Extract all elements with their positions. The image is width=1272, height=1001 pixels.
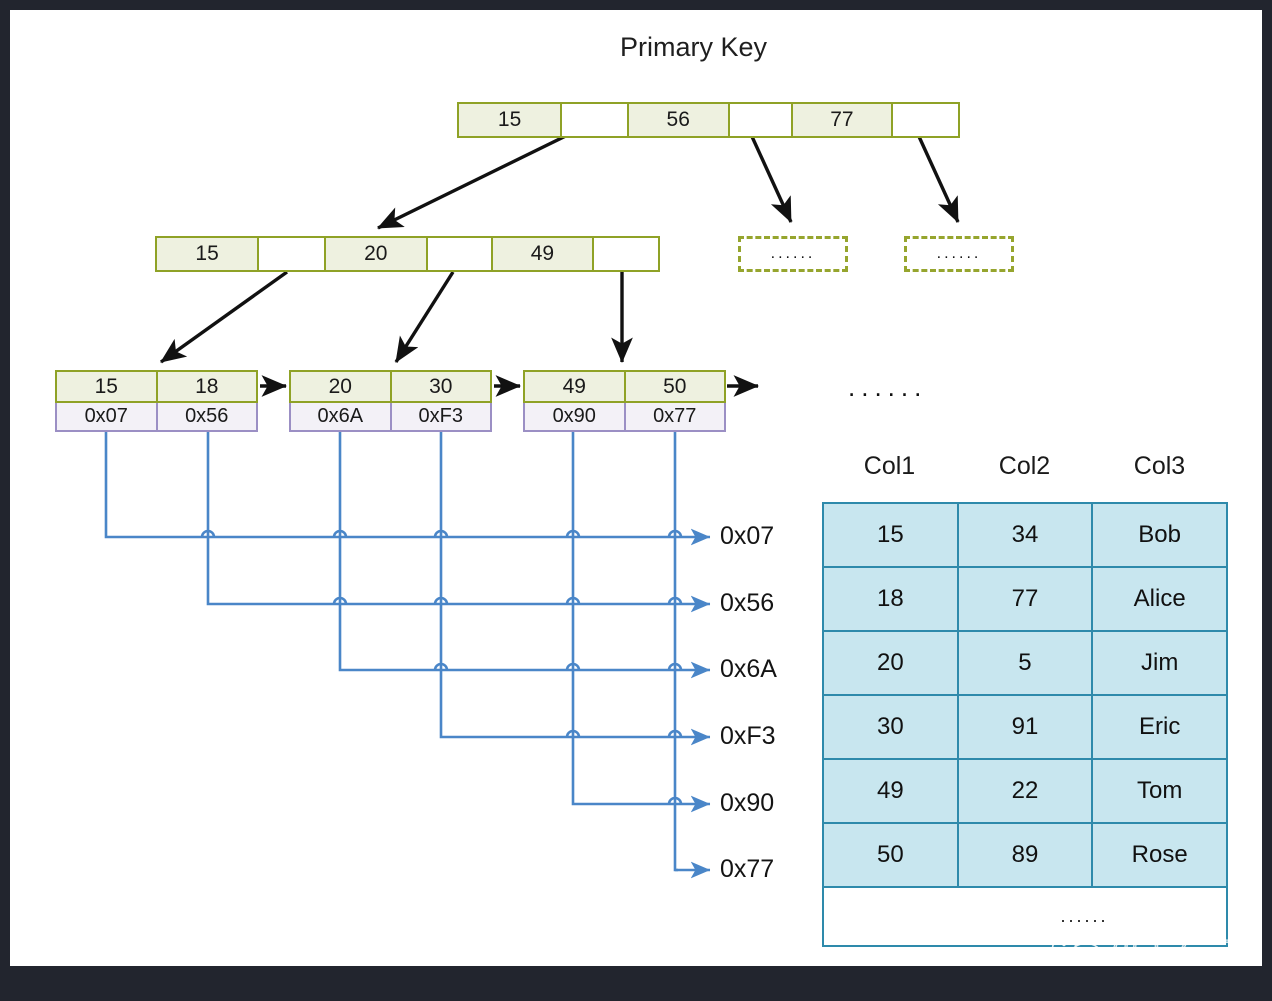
cell-r4-c3: Eric bbox=[1091, 694, 1228, 760]
cell-r6-c2: 89 bbox=[956, 822, 1094, 888]
address-label-0xF3: 0xF3 bbox=[720, 722, 776, 750]
cell-r5-c3: Tom bbox=[1091, 758, 1228, 824]
table-header-col2: Col2 bbox=[998, 452, 1051, 480]
diagram-canvas: Primary Key 15 56 77 15 20 49 ...... ...… bbox=[10, 10, 1262, 966]
pointer-line-0x56 bbox=[206, 432, 671, 606]
address-label-0x6A: 0x6A bbox=[720, 655, 777, 683]
cell-r2-c1: 18 bbox=[822, 566, 959, 632]
cell-r6-c3: Rose bbox=[1091, 822, 1228, 888]
cell-r3-c3: Jim bbox=[1091, 630, 1228, 696]
table-row[interactable]: 20 5 Jim bbox=[822, 630, 1228, 696]
address-label-0x77: 0x77 bbox=[720, 855, 775, 883]
table-ellipsis-row: ...... bbox=[822, 886, 1228, 947]
cell-r1-c3: Bob bbox=[1091, 502, 1228, 568]
cell-r5-c1: 49 bbox=[822, 758, 959, 824]
cell-r3-c1: 20 bbox=[822, 630, 959, 696]
table-row[interactable]: 30 91 Eric bbox=[822, 694, 1228, 760]
cell-r1-c2: 34 bbox=[956, 502, 1094, 568]
cell-r6-c1: 50 bbox=[822, 822, 959, 888]
table-header-col3: Col3 bbox=[1133, 452, 1186, 480]
table-ellipsis-cell: ...... bbox=[822, 886, 1228, 947]
cell-r2-c2: 77 bbox=[956, 566, 1094, 632]
pointer-line-0x6A bbox=[338, 432, 671, 672]
table-row[interactable]: 50 89 Rose bbox=[822, 822, 1228, 888]
table-row[interactable]: 49 22 Tom bbox=[822, 758, 1228, 824]
pointer-line-0x07 bbox=[104, 432, 671, 539]
pointer-line-0xF3 bbox=[439, 432, 671, 739]
cell-r5-c2: 22 bbox=[956, 758, 1094, 824]
address-label-0x56: 0x56 bbox=[720, 589, 775, 617]
table-row[interactable]: 15 34 Bob bbox=[822, 502, 1228, 568]
cell-r3-c2: 5 bbox=[956, 630, 1094, 696]
address-label-0x07: 0x07 bbox=[720, 522, 775, 550]
table-header-col1: Col1 bbox=[863, 452, 916, 480]
data-rows-table: 15 34 Bob 18 77 Alice 20 5 Jim 30 91 Eri… bbox=[822, 502, 1228, 947]
cell-r1-c1: 15 bbox=[822, 502, 959, 568]
address-label-0x90: 0x90 bbox=[720, 789, 775, 817]
cell-r2-c3: Alice bbox=[1091, 566, 1228, 632]
cell-r4-c2: 91 bbox=[956, 694, 1094, 760]
table-row[interactable]: 18 77 Alice bbox=[822, 566, 1228, 632]
pointer-line-0x90 bbox=[571, 432, 671, 806]
cell-r4-c1: 30 bbox=[822, 694, 959, 760]
